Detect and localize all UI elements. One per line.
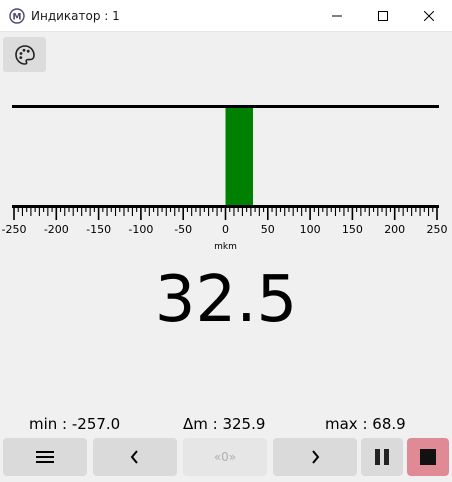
- chevron-left-icon: [130, 450, 138, 464]
- scale-labels: -250 -200 -150 -100 -50 0 50 100 150 200 250: [2, 223, 448, 236]
- menu-button[interactable]: [3, 438, 87, 476]
- pause-icon: [375, 449, 389, 465]
- tick-label: -100: [128, 223, 153, 236]
- tick-label: -250: [2, 223, 27, 236]
- tick-label: 200: [384, 223, 405, 236]
- scale-ticks: [13, 206, 438, 220]
- chevron-right-icon: [312, 450, 320, 464]
- tick-label: 50: [261, 223, 275, 236]
- tick-label: -200: [44, 223, 69, 236]
- title-bar: M Индикатор : 1: [0, 0, 452, 32]
- tick-label: -150: [86, 223, 111, 236]
- minimize-button[interactable]: [314, 0, 360, 32]
- indicator-scale: -250 -200 -150 -100 -50 0 50 100 150 200 250 mkm: [2, 105, 448, 252]
- tick-label: 100: [300, 223, 321, 236]
- close-icon: [424, 11, 434, 21]
- next-button[interactable]: [273, 438, 357, 476]
- window-title: Индикатор : 1: [31, 9, 120, 23]
- maximize-icon: [378, 11, 388, 21]
- tick-label: 150: [342, 223, 363, 236]
- stop-icon: [420, 449, 436, 465]
- maximize-button[interactable]: [360, 0, 406, 32]
- previous-button[interactable]: [93, 438, 177, 476]
- app-logo-icon: M: [9, 8, 25, 24]
- pause-button[interactable]: [361, 438, 403, 476]
- tick-label: -50: [174, 223, 192, 236]
- zero-button[interactable]: «0»: [183, 438, 267, 476]
- svg-text:M: M: [13, 13, 22, 23]
- palette-button[interactable]: [3, 37, 46, 72]
- close-button[interactable]: [406, 0, 452, 32]
- value-bar: [225, 108, 253, 205]
- minimize-icon: [332, 15, 342, 17]
- tick-label: 0: [222, 223, 229, 236]
- unit-label: mkm: [214, 242, 237, 252]
- current-value: 32.5: [154, 263, 298, 337]
- menu-icon: [36, 451, 54, 463]
- delta-value: Δm : 325.9: [183, 415, 266, 433]
- min-value: min : -257.0: [29, 415, 121, 433]
- stop-button[interactable]: [407, 438, 449, 476]
- max-value: max : 68.9: [325, 415, 406, 433]
- tick-label: 250: [427, 223, 448, 236]
- palette-icon: [14, 44, 35, 65]
